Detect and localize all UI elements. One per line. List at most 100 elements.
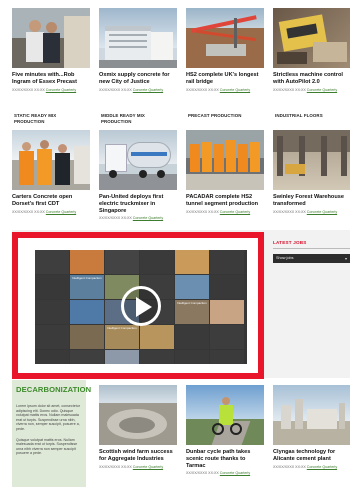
video-tile-label: Intelligent Compaction	[177, 301, 207, 305]
video-player-frame: Intelligent Compaction Intelligent Compa…	[12, 232, 264, 379]
article-card[interactable]: Strictless machine control with AutoPilo…	[273, 8, 350, 92]
article-date: XX/XX/XXXX XX:XX	[12, 209, 45, 214]
jobs-dropdown[interactable]: Show jobs ▾	[273, 254, 350, 263]
article-meta: XX/XX/XXXX XX:XX Concrete Quarterly	[99, 465, 177, 470]
article-title[interactable]: Five minutes with...Rob Ingram of Essex …	[12, 72, 90, 86]
section-label-industrial-floors[interactable]: INDUSTRIAL FLOORS	[275, 113, 345, 119]
article-source-link[interactable]: Concrete Quarterly	[133, 216, 163, 220]
article-thumbnail[interactable]	[12, 8, 90, 68]
latest-jobs-title: LATEST JOBS	[273, 240, 307, 245]
video-tile	[175, 275, 209, 299]
article-card[interactable]: Clyngas technology for Alicante cement p…	[273, 385, 350, 476]
article-meta: XX/XX/XXXX XX:XX Concrete Quarterly	[273, 88, 350, 93]
article-source-link[interactable]: Concrete Quarterly	[307, 465, 337, 469]
article-card[interactable]: PACADAR complete HS2 tunnel segment prod…	[186, 130, 264, 221]
article-thumbnail[interactable]	[12, 130, 90, 190]
article-row-1: Five minutes with...Rob Ingram of Essex …	[12, 8, 350, 92]
article-meta: XX/XX/XXXX XX:XX Concrete Quarterly	[186, 88, 264, 93]
video-tile	[140, 325, 174, 349]
article-title[interactable]: Oxmix supply concrete for new City of Ju…	[99, 72, 177, 86]
article-title[interactable]: PACADAR complete HS2 tunnel segment prod…	[186, 194, 264, 208]
article-meta: XX/XX/XXXX XX:XX Concrete Quarterly	[273, 465, 350, 470]
decarbonization-title[interactable]: DECARBONIZATION	[16, 385, 91, 394]
section-label-mobile-ready-mix[interactable]: MIDDLE READY MIX PRODUCTION	[101, 113, 163, 124]
article-date: XX/XX/XXXX XX:XX	[273, 87, 306, 92]
article-card[interactable]: Swinley Forest Warehouse transformed XX/…	[273, 130, 350, 221]
video-tile	[105, 250, 139, 274]
video-tile: Intelligent Compaction	[70, 275, 104, 299]
article-meta: XX/XX/XXXX XX:XX Concrete Quarterly	[99, 216, 177, 221]
article-card[interactable]: Dunbar cycle path takes scenic route tha…	[186, 385, 264, 476]
article-meta: XX/XX/XXXX XX:XX Concrete Quarterly	[12, 210, 90, 215]
article-title[interactable]: Pan-United deploys first electric truckm…	[99, 194, 177, 214]
video-tile	[210, 275, 244, 299]
jobs-dropdown-value: Show jobs	[276, 256, 294, 260]
article-thumbnail[interactable]	[186, 385, 264, 445]
article-date: XX/XX/XXXX XX:XX	[99, 216, 132, 221]
article-source-link[interactable]: Concrete Quarterly	[220, 210, 250, 214]
article-date: XX/XX/XXXX XX:XX	[99, 464, 132, 469]
article-source-link[interactable]: Concrete Quarterly	[133, 465, 163, 469]
video-tile	[175, 350, 209, 364]
latest-jobs-widget: LATEST JOBS Show jobs ▾	[273, 240, 350, 263]
play-icon[interactable]	[121, 286, 161, 326]
video-tile	[140, 350, 174, 364]
article-meta: XX/XX/XXXX XX:XX Concrete Quarterly	[12, 88, 90, 93]
video-tile	[210, 250, 244, 274]
article-card[interactable]: Five minutes with...Rob Ingram of Essex …	[12, 8, 90, 92]
article-title[interactable]: Scottish wind farm success for Aggregate…	[99, 449, 177, 463]
article-meta: XX/XX/XXXX XX:XX Concrete Quarterly	[186, 210, 264, 215]
video-tile	[70, 250, 104, 274]
article-thumbnail[interactable]	[273, 385, 350, 445]
section-label-precast[interactable]: PRECAST PRODUCTION	[188, 113, 258, 119]
article-thumbnail[interactable]	[99, 8, 177, 68]
article-thumbnail[interactable]	[99, 385, 177, 445]
article-source-link[interactable]: Concrete Quarterly	[220, 88, 250, 92]
article-thumbnail[interactable]	[186, 130, 264, 190]
video-tile	[210, 300, 244, 324]
video-tile	[175, 325, 209, 349]
article-source-link[interactable]: Concrete Quarterly	[133, 88, 163, 92]
section-label-static-ready-mix[interactable]: STATIC READY MIX PRODUCTION	[14, 113, 76, 124]
article-thumbnail[interactable]	[186, 8, 264, 68]
decarbonization-text: Lorem ipsum dolor sit amet, consectetur …	[16, 404, 80, 431]
article-source-link[interactable]: Concrete Quarterly	[307, 88, 337, 92]
article-card[interactable]: HS2 complete UK's longest rail bridge XX…	[186, 8, 264, 92]
article-card[interactable]: Oxmix supply concrete for new City of Ju…	[99, 8, 177, 92]
article-meta: XX/XX/XXXX XX:XX Concrete Quarterly	[99, 88, 177, 93]
video-tile	[140, 250, 174, 274]
article-meta: XX/XX/XXXX XX:XX Concrete Quarterly	[186, 471, 264, 476]
article-source-link[interactable]: Concrete Quarterly	[46, 210, 76, 214]
video-tile	[70, 350, 104, 364]
video-tile	[70, 325, 104, 349]
article-date: XX/XX/XXXX XX:XX	[99, 87, 132, 92]
video-tile-label: Intelligent Compaction	[72, 276, 102, 280]
video-tile	[35, 275, 69, 299]
decarbonization-text: Quisque volutpat mattis eros. Nullam mal…	[16, 437, 78, 456]
divider	[273, 248, 350, 249]
article-thumbnail[interactable]	[273, 130, 350, 190]
article-thumbnail[interactable]	[273, 8, 350, 68]
video-tile	[35, 325, 69, 349]
video-tile	[175, 250, 209, 274]
article-card[interactable]: Scottish wind farm success for Aggregate…	[99, 385, 177, 476]
article-date: XX/XX/XXXX XX:XX	[186, 209, 219, 214]
video-tile: Intelligent Compaction	[175, 300, 209, 324]
article-card[interactable]: Pan-United deploys first electric truckm…	[99, 130, 177, 221]
article-title[interactable]: Swinley Forest Warehouse transformed	[273, 194, 350, 208]
chevron-down-icon: ▾	[344, 256, 347, 261]
play-triangle-icon	[136, 297, 152, 317]
video-tile	[35, 250, 69, 274]
article-title[interactable]: Carters Concrete open Dorset's first CDT	[12, 194, 90, 208]
article-title[interactable]: Clyngas technology for Alicante cement p…	[273, 449, 350, 463]
article-title[interactable]: HS2 complete UK's longest rail bridge	[186, 72, 264, 86]
article-source-link[interactable]: Concrete Quarterly	[307, 210, 337, 214]
article-title[interactable]: Dunbar cycle path takes scenic route tha…	[186, 449, 264, 469]
article-thumbnail[interactable]	[99, 130, 177, 190]
video-player[interactable]: Intelligent Compaction Intelligent Compa…	[35, 250, 247, 364]
video-tile	[105, 350, 139, 364]
article-source-link[interactable]: Concrete Quarterly	[46, 88, 76, 92]
article-title[interactable]: Strictless machine control with AutoPilo…	[273, 72, 350, 86]
article-source-link[interactable]: Concrete Quarterly	[220, 471, 250, 475]
article-card[interactable]: Carters Concrete open Dorset's first CDT…	[12, 130, 90, 221]
